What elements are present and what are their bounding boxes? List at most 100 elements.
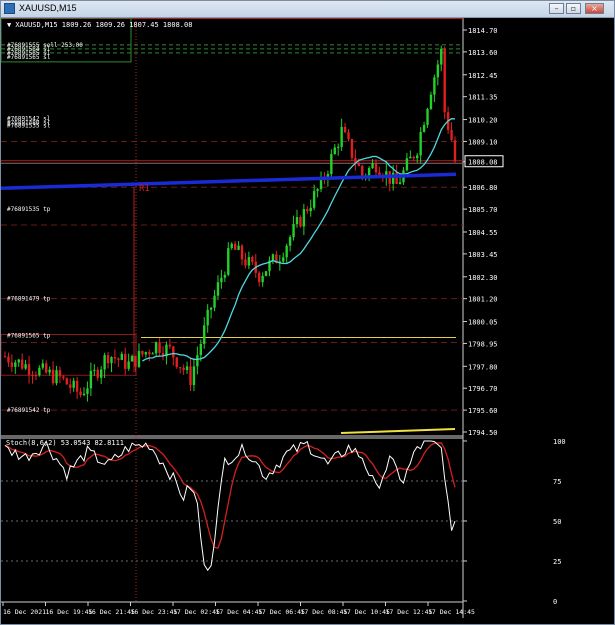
chart-header-info: ▼ XAUUSD,M15 1809.26 1809.26 1807.45 180… — [7, 21, 192, 29]
candle-body — [110, 357, 113, 364]
candle-body — [182, 367, 185, 371]
oscillator-label: Stoch(8,6,2) 53.0543 82.8111 — [6, 439, 124, 447]
order-label: #76891565 sl — [7, 54, 51, 61]
candle-body — [158, 342, 161, 353]
candle-body — [168, 344, 172, 347]
candle-body — [292, 224, 295, 238]
price-label: 1796.70 — [468, 385, 498, 393]
price-label: 1794.50 — [468, 429, 498, 437]
candle-body — [124, 353, 127, 369]
osc-label: 25 — [553, 558, 561, 566]
candle-body — [333, 147, 336, 155]
candle-body — [117, 358, 120, 360]
candle-body — [440, 48, 443, 65]
candle-body — [285, 245, 288, 258]
candle-body — [27, 364, 31, 375]
candle-body — [247, 257, 251, 266]
candle-body — [65, 378, 69, 385]
candle-body — [185, 366, 189, 371]
candle-body — [17, 359, 20, 363]
candle-body — [209, 307, 213, 310]
candle-body — [196, 355, 199, 367]
candle-body — [31, 374, 34, 376]
candle-body — [233, 243, 237, 250]
time-label: 17 Dec 02:45 — [173, 608, 220, 616]
candle-body — [271, 254, 275, 261]
candle-body — [154, 342, 158, 354]
time-label: 17 Dec 12:45 — [386, 608, 433, 616]
time-label: 16 Dec 2021 — [3, 608, 46, 616]
candle-body — [51, 369, 55, 384]
candle-body — [55, 370, 58, 384]
time-label: 17 Dec 08:45 — [301, 608, 348, 616]
candle-body — [178, 367, 182, 369]
candle-body — [306, 209, 309, 212]
candle-body — [120, 353, 123, 360]
candle-body — [58, 370, 62, 377]
candle-body — [20, 359, 24, 369]
candle-body — [257, 272, 261, 283]
candle-body — [350, 139, 354, 158]
candle-body — [113, 357, 117, 359]
order-label: #76891479 tp — [7, 296, 51, 303]
candle-body — [450, 129, 453, 141]
price-label: 1814.70 — [468, 27, 498, 35]
candle-body — [419, 131, 422, 156]
time-label: 17 Dec 14:45 — [428, 608, 475, 616]
candle-body — [312, 190, 316, 208]
candle-body — [127, 361, 130, 369]
order-label: #76891535 sl — [7, 123, 51, 130]
candle-body — [69, 384, 72, 388]
candle-body — [227, 248, 230, 275]
candle-body — [223, 274, 227, 278]
candle-body — [106, 355, 110, 364]
candle-body — [288, 237, 292, 246]
osc-label: 75 — [553, 478, 561, 486]
time-label: 16 Dec 21:45 — [88, 608, 135, 616]
candle-body — [41, 363, 44, 368]
price-label: 1808.08 — [468, 159, 498, 167]
candle-body — [86, 388, 89, 394]
candle-body — [416, 155, 419, 159]
minimize-button[interactable]: – — [549, 3, 564, 14]
candle-body — [203, 325, 206, 344]
candle-body — [244, 259, 247, 266]
candle-body — [302, 209, 306, 227]
price-label: 1798.95 — [468, 340, 498, 348]
candle-body — [172, 346, 175, 358]
candle-body — [45, 363, 48, 373]
candle-body — [7, 356, 10, 363]
candle-body — [75, 380, 79, 392]
price-chart[interactable]: #76891555 sell 253.00#76891584 sl#768915… — [1, 18, 614, 624]
candle-body — [220, 277, 223, 283]
osc-label: 0 — [553, 598, 557, 606]
candle-body — [398, 182, 402, 184]
candle-body — [96, 369, 99, 378]
order-label: #76891535 tp — [7, 206, 51, 213]
candle-body — [405, 158, 409, 171]
time-label: 17 Dec 10:45 — [343, 608, 390, 616]
candle-body — [103, 355, 106, 370]
time-label: 17 Dec 04:45 — [216, 608, 263, 616]
candle-body — [175, 357, 178, 368]
candle-body — [48, 369, 51, 373]
candle-body — [151, 353, 154, 355]
candle-body — [199, 343, 203, 356]
candle-body — [361, 165, 364, 176]
candle-body — [443, 48, 446, 113]
candle-body — [371, 163, 374, 169]
candle-body — [206, 309, 209, 326]
price-label: 1805.70 — [468, 206, 498, 214]
candle-body — [347, 132, 350, 140]
candle-body — [189, 366, 192, 386]
candle-body — [10, 362, 14, 367]
candle-body — [343, 126, 347, 133]
candle-body — [134, 355, 137, 367]
time-label: 16 Dec 23:45 — [131, 608, 178, 616]
candle-body — [38, 367, 41, 376]
title-bar[interactable]: XAUUSD,M15 – ▫ × — [1, 1, 614, 18]
maximize-button[interactable]: ▫ — [566, 3, 581, 14]
close-button[interactable]: × — [585, 3, 604, 14]
candle-body — [79, 391, 82, 396]
osc-label: 50 — [553, 518, 561, 526]
